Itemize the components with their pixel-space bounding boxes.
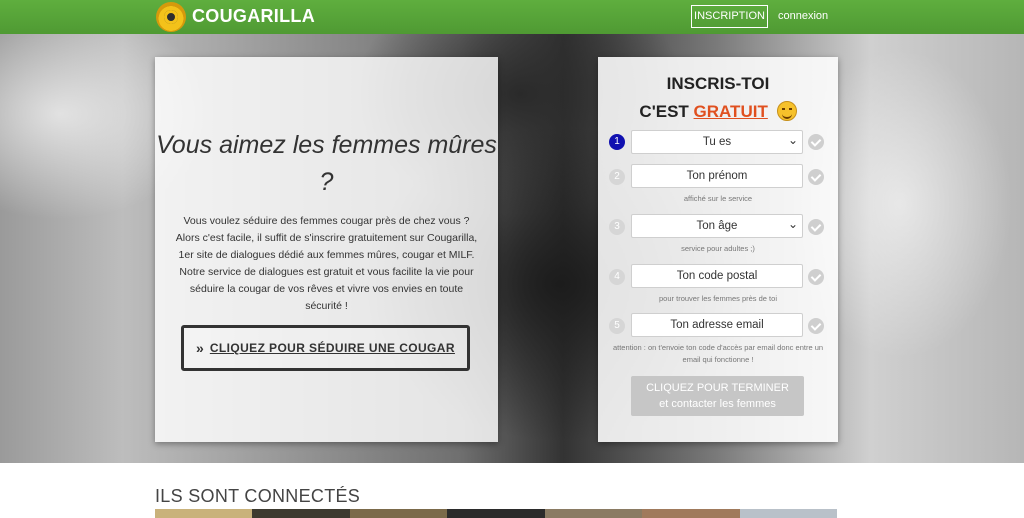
step-4-badge: 4 [609, 269, 625, 285]
step-2-badge: 2 [609, 169, 625, 185]
online-members-thumbnails [155, 509, 837, 518]
email-hint: attention : on t'envoie ton code d'accès… [612, 343, 824, 364]
step-5-badge: 5 [609, 318, 625, 334]
cougarilla-logo-icon[interactable] [156, 2, 186, 32]
signup-subtitle: C'EST GRATUIT [598, 101, 838, 122]
member-photo[interactable] [544, 509, 643, 518]
free-label: GRATUIT [693, 102, 768, 121]
intro-card: Vous aimez les femmes mûres ? Vous voule… [155, 57, 498, 442]
step-1-badge: 1 [609, 134, 625, 150]
finish-signup-line2: et contacter les femmes [659, 398, 776, 410]
first-name-input[interactable]: Ton prénom [631, 164, 803, 188]
signup-form: INSCRIS-TOI C'EST GRATUIT 1 Tu es 2 Ton … [598, 57, 838, 442]
gender-select[interactable]: Tu es [631, 129, 803, 154]
step-5-check-icon [808, 318, 824, 334]
hero-background-photo [0, 34, 1024, 463]
age-hint: service pour adultes ;) [681, 244, 755, 253]
member-photo[interactable] [252, 509, 350, 518]
step-2-check-icon [808, 169, 824, 185]
step-4-check-icon [808, 269, 824, 285]
postal-code-input[interactable]: Ton code postal [631, 264, 803, 288]
postal-code-hint: pour trouver les femmes près de toi [659, 294, 777, 303]
finish-signup-line1: CLIQUEZ POUR TERMINER [646, 382, 789, 394]
smiley-emoji-icon [776, 101, 797, 121]
online-members-title: ILS SONT CONNECTÉS [155, 486, 361, 506]
seduce-cougar-button[interactable]: » CLIQUEZ POUR SÉDUIRE UNE COUGAR [181, 325, 470, 371]
top-navbar: COUGARILLA INSCRIPTION connexion [0, 0, 1024, 34]
age-select[interactable]: Ton âge [631, 213, 803, 238]
member-photo[interactable] [447, 509, 545, 518]
finish-signup-button[interactable]: CLIQUEZ POUR TERMINER et contacter les f… [631, 376, 804, 416]
member-photo[interactable] [739, 509, 837, 518]
intro-paragraph: Vous voulez séduire des femmes cougar pr… [175, 215, 478, 312]
step-3-badge: 3 [609, 219, 625, 235]
signup-title: INSCRIS-TOI [666, 74, 770, 93]
first-name-hint: affiché sur le service [683, 194, 753, 203]
step-3-check-icon [808, 219, 824, 235]
step-1-check-icon [808, 134, 824, 150]
intro-title: Vous aimez les femmes mûres ? [156, 131, 497, 196]
brand-name[interactable]: COUGARILLA [192, 6, 315, 27]
login-link[interactable]: connexion [778, 10, 828, 22]
email-input[interactable]: Ton adresse email [631, 313, 803, 337]
seduce-cougar-button-label: CLIQUEZ POUR SÉDUIRE UNE COUGAR [209, 341, 455, 355]
member-photo[interactable] [642, 509, 740, 518]
double-chevron-right-icon: » [196, 340, 204, 356]
signup-subtitle-prefix: C'EST [639, 102, 689, 121]
member-photo[interactable] [155, 509, 253, 518]
signup-button[interactable]: INSCRIPTION [691, 5, 768, 28]
member-photo[interactable] [349, 509, 448, 518]
